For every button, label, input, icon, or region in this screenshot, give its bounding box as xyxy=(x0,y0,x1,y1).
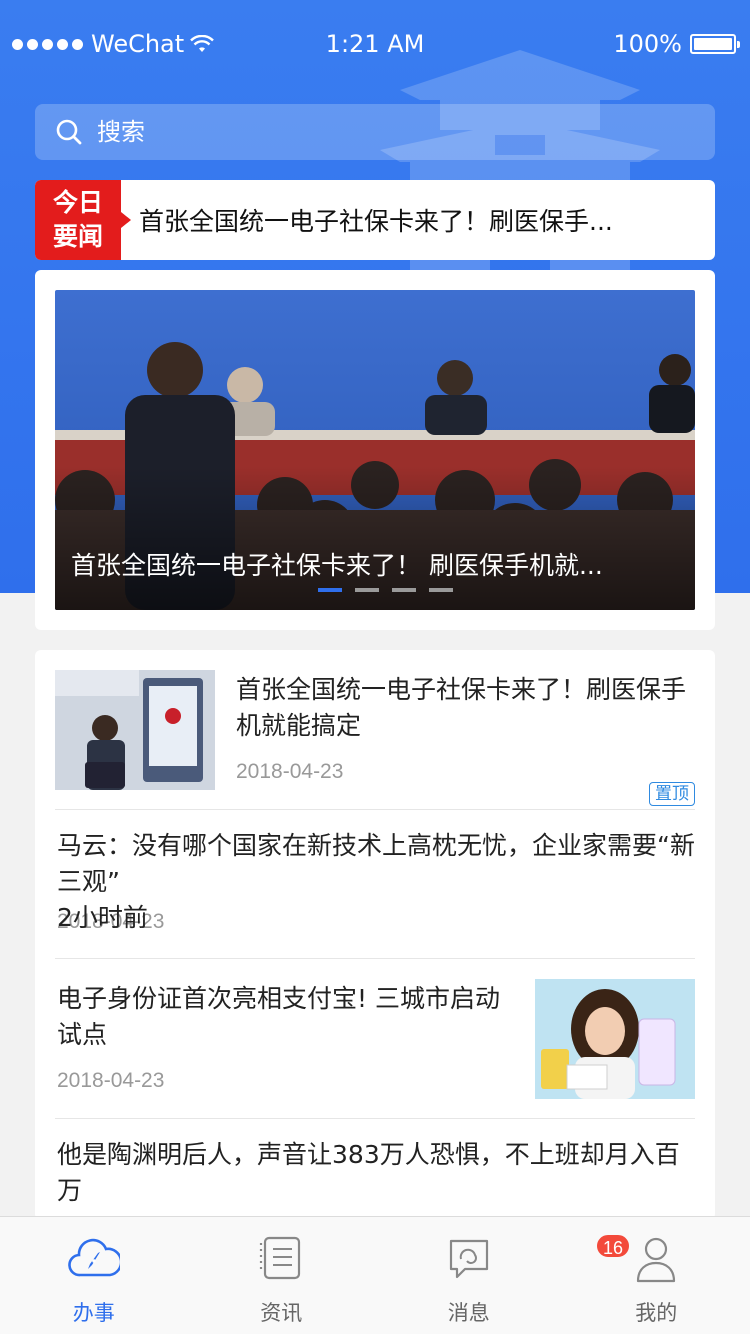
news-thumbnail xyxy=(535,979,695,1099)
tab-label: 消息 xyxy=(447,1301,490,1325)
user-icon xyxy=(637,1237,676,1283)
tab-label: 资讯 xyxy=(260,1301,303,1325)
tab-wode[interactable]: 我的 xyxy=(563,1217,750,1334)
carousel-dot[interactable] xyxy=(355,588,379,592)
tab-label: 我的 xyxy=(635,1301,678,1325)
today-news-badge: 今日 要闻 xyxy=(35,180,131,260)
status-bar: WeChat 1:21 AM 100% xyxy=(0,0,750,88)
news-item[interactable]: 他是陶渊明后人，声音让383万人恐惧，不上班却月入百万 xyxy=(55,1119,695,1220)
tab-label: 办事 xyxy=(72,1301,115,1325)
tab-banshi[interactable]: 办事 xyxy=(0,1217,188,1334)
search-icon xyxy=(56,119,82,145)
news-title[interactable]: 他是陶渊明后人，声音让383万人恐惧，不上班却月入百万 xyxy=(57,1137,695,1209)
carousel-caption[interactable]: 首张全国统一电子社保卡来了！ 刷医保手机就... xyxy=(71,546,671,582)
battery-icon xyxy=(690,34,740,54)
pinned-tag: 置顶 xyxy=(649,782,695,806)
message-icon xyxy=(449,1239,488,1279)
compass-icon xyxy=(67,1238,120,1277)
carousel-dot[interactable] xyxy=(318,588,342,592)
search-bar[interactable] xyxy=(35,104,715,160)
news-list: 首张全国统一电子社保卡来了！刷医保手机就能搞定 2018-04-23 置顶 马云… xyxy=(35,650,715,1220)
news-time-ago: 2小时前 xyxy=(57,903,148,932)
search-input[interactable] xyxy=(97,118,657,146)
news-title[interactable]: 马云：没有哪个国家在新技术上高枕无忧，企业家需要“新三观” xyxy=(57,828,695,900)
news-icon xyxy=(260,1236,301,1280)
carousel-dot[interactable] xyxy=(429,588,453,592)
carousel-indicator xyxy=(318,588,453,592)
tab-bar: 办事 资讯 16 消息 我的 xyxy=(0,1216,750,1334)
news-thumbnail xyxy=(55,670,215,790)
news-item[interactable]: 首张全国统一电子社保卡来了！刷医保手机就能搞定 2018-04-23 置顶 xyxy=(55,670,695,810)
today-news-banner[interactable]: 今日 要闻 首张全国统一电子社保卡来了！刷医保手... xyxy=(35,180,715,260)
carousel-image[interactable]: 首张全国统一电子社保卡来了！ 刷医保手机就... xyxy=(55,290,695,610)
carousel-dot[interactable] xyxy=(392,588,416,592)
tab-xiaoxi[interactable]: 16 消息 xyxy=(375,1217,632,1334)
tab-zixun[interactable]: 资讯 xyxy=(188,1217,376,1334)
news-carousel[interactable]: 首张全国统一电子社保卡来了！ 刷医保手机就... xyxy=(35,270,715,630)
news-item[interactable]: 电子身份证首次亮相支付宝! 三城市启动试点 2018-04-23 xyxy=(55,959,695,1119)
battery-percent: 100% xyxy=(613,30,682,58)
today-news-headline[interactable]: 首张全国统一电子社保卡来了！刷医保手... xyxy=(139,202,699,238)
news-item[interactable]: 马云：没有哪个国家在新技术上高枕无忧，企业家需要“新三观” 2018-04-23… xyxy=(55,810,695,959)
news-date: 2018-04-23 xyxy=(57,1069,165,1092)
news-title[interactable]: 电子身份证首次亮相支付宝! 三城市启动试点 xyxy=(57,981,507,1053)
news-title[interactable]: 首张全国统一电子社保卡来了！刷医保手机就能搞定 xyxy=(236,672,695,744)
news-date: 2018-04-23 xyxy=(236,760,344,783)
